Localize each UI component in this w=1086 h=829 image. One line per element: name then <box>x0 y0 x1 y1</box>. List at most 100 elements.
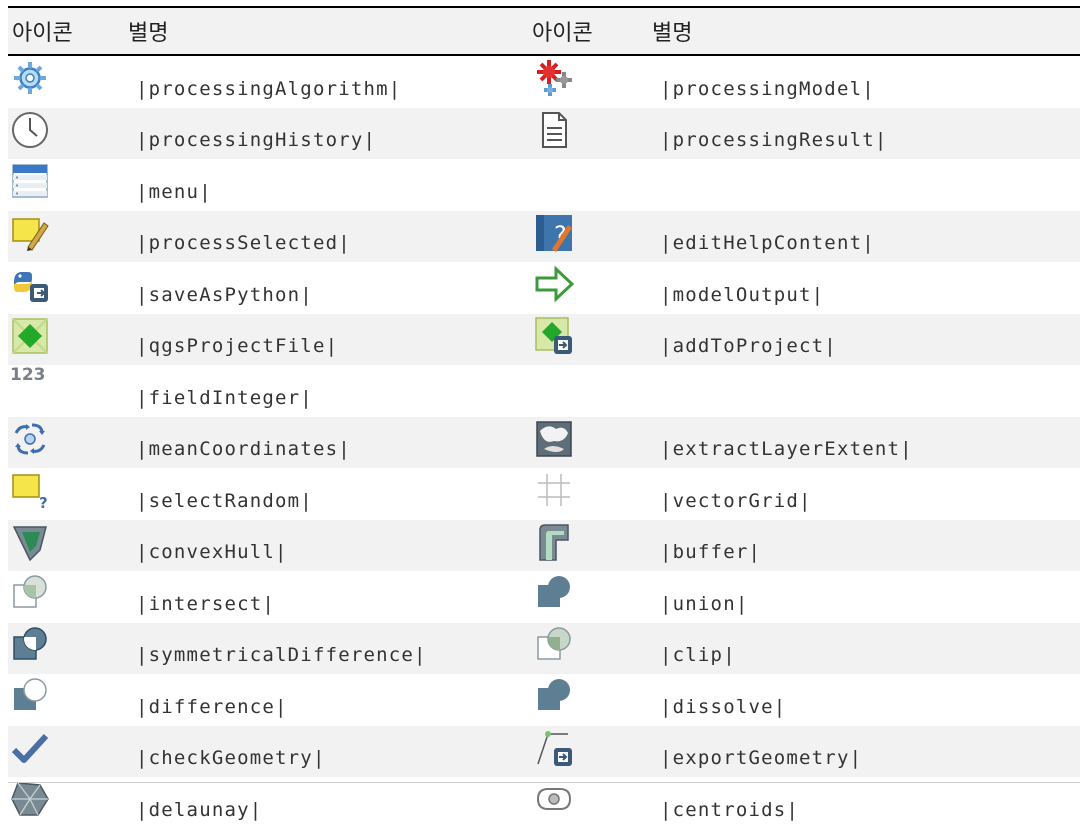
icon-cell <box>532 468 652 520</box>
dissolve-icon <box>534 676 574 716</box>
alias-cell: |selectRandom| <box>128 468 532 520</box>
alias-cell: |extractLayerExtent| <box>652 417 1080 469</box>
alias-cell: |processingModel| <box>652 56 1080 108</box>
icon-alias-table: 아이콘 별명 아이콘 별명 |processingAlgorithm| |proc… <box>8 6 1080 829</box>
icon-cell <box>8 623 128 675</box>
alias-cell: |qgsProjectFile| <box>128 314 532 366</box>
table-row: |processingAlgorithm| |processingModel| <box>8 56 1080 108</box>
icon-cell <box>532 777 652 829</box>
alias-cell: |convexHull| <box>128 520 532 572</box>
header-icon-2: 아이콘 <box>532 21 593 46</box>
convex-hull-icon <box>10 522 50 562</box>
alias-text: |buffer| <box>660 541 762 563</box>
alias-text: |convexHull| <box>136 541 288 563</box>
icon-cell <box>8 777 128 829</box>
icon-cell <box>532 726 652 778</box>
icon-cell <box>8 417 128 469</box>
alias-text: |modelOutput| <box>660 283 825 306</box>
table-row: |processSelected|? |editHelpContent| <box>8 210 1080 263</box>
processing-model-icon <box>534 58 574 98</box>
alias-cell: |dissolve| <box>652 674 1080 726</box>
menu-icon <box>10 161 50 201</box>
centroids-icon <box>534 779 574 819</box>
icon-cell <box>532 417 652 469</box>
table-row: |difference| |dissolve| <box>8 674 1080 726</box>
alias-text: |clip| <box>660 644 736 666</box>
icon-cell <box>532 674 652 726</box>
alias-cell: |symmetricalDifference| <box>128 623 532 675</box>
add-to-project-icon <box>534 316 574 356</box>
header-alias-2: 별명 <box>652 21 693 46</box>
icon-cell <box>532 262 652 314</box>
alias-cell: |modelOutput| <box>652 262 1080 314</box>
alias-text: |extractLayerExtent| <box>660 438 913 460</box>
alias-cell: |editHelpContent| <box>652 211 1080 263</box>
alias-text: |difference| <box>136 695 288 718</box>
delaunay-icon <box>10 779 50 819</box>
icon-cell <box>8 211 128 263</box>
icon-cell <box>8 56 128 108</box>
alias-cell: |exportGeometry| <box>652 726 1080 778</box>
icon-cell <box>8 520 128 572</box>
alias-text: |saveAsPython| <box>136 283 313 306</box>
buffer-icon <box>534 522 574 562</box>
icon-cell <box>532 520 652 572</box>
alias-text: |fieldInteger| <box>136 386 313 409</box>
alias-text: |exportGeometry| <box>660 747 863 769</box>
icon-cell: ? <box>8 468 128 520</box>
processing-history-icon <box>10 110 50 150</box>
intersect-icon <box>10 573 50 613</box>
process-selected-icon <box>10 213 50 253</box>
svg-text:?: ? <box>39 494 48 510</box>
alias-text: |dissolve| <box>660 695 787 718</box>
table-row: |processingHistory| |processingResult| <box>8 107 1080 160</box>
icon-cell <box>8 314 128 366</box>
alias-text: |addToProject| <box>660 335 837 357</box>
alias-cell: |centroids| <box>652 777 1080 829</box>
alias-text: |qgsProjectFile| <box>136 335 339 357</box>
table-row: |symmetricalDifference| |clip| <box>8 622 1080 675</box>
alias-cell: |intersect| <box>128 571 532 623</box>
table-row: ? |selectRandom| |vectorGrid| <box>8 468 1080 520</box>
alias-text: |intersect| <box>136 592 276 615</box>
check-geometry-icon <box>10 728 50 768</box>
field-integer-icon: 123 <box>10 365 46 385</box>
alias-cell: |delaunay| <box>128 777 532 829</box>
table-row: |saveAsPython| |modelOutput| <box>8 262 1080 314</box>
icon-cell <box>532 159 652 211</box>
alias-cell: |menu| <box>128 159 532 211</box>
vector-grid-icon <box>534 470 574 510</box>
icon-cell <box>8 571 128 623</box>
table-row: 123 |fieldInteger| <box>8 365 1080 417</box>
table-row: |checkGeometry| |exportGeometry| <box>8 725 1080 778</box>
select-random-icon: ? <box>10 470 50 512</box>
icon-cell: 123 <box>8 365 128 417</box>
icon-cell <box>8 726 128 778</box>
alias-cell <box>652 365 1080 417</box>
icon-cell <box>532 314 652 366</box>
alias-cell: |processSelected| <box>128 211 532 263</box>
processing-algorithm-icon <box>10 58 50 98</box>
export-geometry-icon <box>534 728 574 768</box>
alias-cell <box>652 159 1080 211</box>
icon-cell <box>532 571 652 623</box>
table-header: 아이콘 별명 아이콘 별명 <box>8 6 1080 56</box>
table-row: |intersect| |union| <box>8 571 1080 623</box>
difference-icon <box>10 676 50 716</box>
alias-cell: |vectorGrid| <box>652 468 1080 520</box>
icon-cell <box>532 623 652 675</box>
processing-result-icon <box>534 110 574 150</box>
mean-coordinates-icon <box>10 419 50 459</box>
alias-cell: |processingResult| <box>652 108 1080 160</box>
union-icon <box>534 573 574 613</box>
alias-text: |menu| <box>136 180 212 203</box>
alias-cell: |union| <box>652 571 1080 623</box>
alias-text: |delaunay| <box>136 798 263 821</box>
qgs-project-file-icon <box>10 316 50 356</box>
header-icon-1: 아이콘 <box>12 21 73 46</box>
edit-help-content-icon: ? <box>534 213 574 253</box>
icon-cell <box>8 159 128 211</box>
icon-cell <box>532 108 652 160</box>
table-row: |qgsProjectFile| |addToProject| <box>8 313 1080 366</box>
header-alias-1: 별명 <box>128 21 169 46</box>
